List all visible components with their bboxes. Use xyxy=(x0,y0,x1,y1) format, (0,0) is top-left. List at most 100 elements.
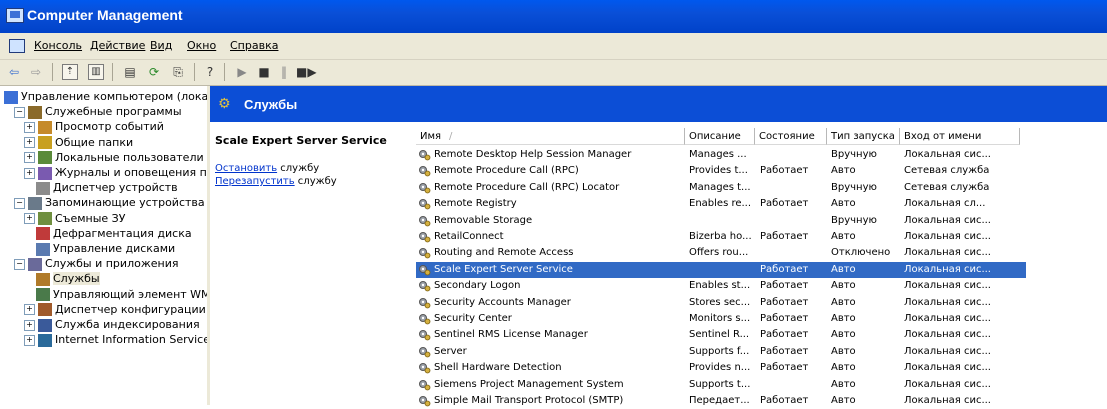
back-arrow-icon[interactable]: ⇦ xyxy=(6,64,22,80)
service-startup-type: Вручную xyxy=(831,149,877,160)
service-row[interactable]: Scale Expert Server Service Работает Авто Л… xyxy=(416,261,1026,278)
console-tree[interactable]: Управление компьютером (локаль − Служебные… xyxy=(0,86,210,405)
service-row[interactable]: Remote Procedure Call (RPC) Provides t...… xyxy=(416,163,1026,179)
show-hide-tree-icon[interactable]: ▥ xyxy=(88,64,104,80)
service-name: Server xyxy=(434,345,467,357)
restart-icon[interactable]: ■▶ xyxy=(296,64,317,80)
expand-toggle-icon[interactable]: + xyxy=(24,167,35,179)
expand-toggle-icon[interactable]: + xyxy=(24,152,35,164)
service-row[interactable]: Security Center Monitors s... Работает Авто… xyxy=(416,311,1026,327)
service-row[interactable]: Shell Hardware Detection Provides n... Раб… xyxy=(416,360,1026,376)
tree-node-icon xyxy=(38,151,52,165)
tree-item[interactable]: + Локальные пользователи и xyxy=(24,150,207,166)
service-gear-icon xyxy=(419,248,431,259)
description-pane: Scale Expert Server Service Остановить с… xyxy=(210,122,413,405)
service-gear-icon xyxy=(419,182,431,194)
computer-management-icon xyxy=(6,8,24,23)
service-logon-as: Локальная сис... xyxy=(904,231,991,242)
tree-node-icon xyxy=(38,212,52,226)
console-icon[interactable] xyxy=(9,39,25,53)
expand-toggle-icon[interactable]: + xyxy=(24,137,35,149)
tree-item[interactable]: + Служба индексирования xyxy=(24,317,200,333)
tree-item[interactable]: − Службы и приложения xyxy=(14,256,178,272)
refresh-icon[interactable]: ⟳ xyxy=(146,64,162,80)
expand-toggle-icon[interactable]: + xyxy=(24,304,35,316)
tree-node-icon xyxy=(38,120,52,134)
menu-console[interactable]: Консоль xyxy=(34,39,82,52)
menu-action[interactable]: Действие xyxy=(90,39,145,52)
window-title: Computer Management xyxy=(27,7,183,23)
tree-item[interactable]: − Служебные программы xyxy=(14,104,182,120)
export-list-icon[interactable]: ⎘ xyxy=(170,64,186,80)
tree-item[interactable]: + Просмотр событий xyxy=(24,119,164,135)
service-row[interactable]: Remote Desktop Help Session Manager Manag… xyxy=(416,147,1026,163)
expand-toggle-icon[interactable]: − xyxy=(14,197,25,209)
tree-item[interactable]: Управляющий элемент WM xyxy=(24,287,207,303)
service-description: Stores sec... xyxy=(689,296,751,308)
menu-window[interactable]: Окно xyxy=(187,39,216,52)
expand-toggle-icon[interactable]: − xyxy=(14,106,25,118)
tree-item[interactable]: + Журналы и оповещения пр xyxy=(24,165,210,181)
tree-item[interactable]: + Internet Information Service xyxy=(24,332,207,348)
tree-node-icon xyxy=(38,333,52,347)
service-description: Bizerba ho... xyxy=(689,231,752,242)
restart-service-link[interactable]: Перезапустить xyxy=(215,176,295,187)
service-row[interactable]: Removable Storage Вручную Локальная сис... xyxy=(416,213,1026,229)
expand-toggle-icon[interactable]: + xyxy=(24,319,35,331)
service-row[interactable]: Remote Procedure Call (RPC) Locator Manag… xyxy=(416,180,1026,196)
service-row[interactable]: Sentinel RMS License Manager Sentinel R..… xyxy=(416,327,1026,343)
service-row[interactable]: RetailConnect Bizerba ho... Работает Авто Ло… xyxy=(416,229,1026,245)
tree-item[interactable]: + Съемные ЗУ xyxy=(24,211,125,227)
service-row[interactable]: Security Accounts Manager Stores sec... Ра… xyxy=(416,295,1026,311)
service-row[interactable]: Server Supports f... Работает Авто Локальная… xyxy=(416,344,1026,360)
service-row[interactable]: Remote Registry Enables re... Работает Авто… xyxy=(416,196,1026,212)
tree-item-label: Дефрагментация диска xyxy=(53,226,192,240)
service-name: Remote Registry xyxy=(434,198,517,210)
service-row[interactable]: Routing and Remote Access Offers rou... От… xyxy=(416,245,1026,261)
service-row[interactable]: Siemens Project Management System Support… xyxy=(416,377,1026,393)
column-logon-as[interactable]: Вход от имени xyxy=(900,128,1020,145)
service-startup-type: Авто xyxy=(831,263,856,275)
stop-icon[interactable]: ■ xyxy=(256,64,272,80)
tree-item[interactable]: + Общие папки xyxy=(24,135,133,151)
menu-help[interactable]: Справка xyxy=(230,39,278,52)
service-description: Передает... xyxy=(689,395,750,406)
help-icon[interactable]: ? xyxy=(202,64,218,80)
properties-icon[interactable]: ▤ xyxy=(122,64,138,80)
menu-view[interactable]: Вид xyxy=(150,39,172,52)
tree-item[interactable]: + Диспетчер конфигурации S xyxy=(24,302,207,318)
service-gear-icon xyxy=(419,330,431,341)
tree-item[interactable]: Управление компьютером (локаль xyxy=(4,89,207,105)
column-description[interactable]: Описание xyxy=(685,128,755,145)
tree-item-label: Журналы и оповещения пр xyxy=(55,166,210,179)
tree-item-label: Службы и приложения xyxy=(45,257,179,271)
play-icon[interactable]: ▶ xyxy=(234,64,250,80)
service-state: Работает xyxy=(760,395,809,406)
tree-item-label: Служебные программы xyxy=(45,105,182,119)
service-row[interactable]: Secondary Logon Enables st... Работает Авто… xyxy=(416,278,1026,294)
service-state: Работает xyxy=(760,165,809,177)
pause-icon[interactable]: ‖ xyxy=(276,64,292,80)
column-name[interactable]: Имя / xyxy=(416,128,685,145)
service-logon-as: Локальная сис... xyxy=(904,247,991,259)
column-state[interactable]: Состояние xyxy=(755,128,827,145)
stop-service-link[interactable]: Остановить xyxy=(215,163,277,174)
expand-toggle-icon[interactable]: − xyxy=(14,258,25,270)
column-startup-type[interactable]: Тип запуска xyxy=(827,128,900,145)
service-row[interactable]: Simple Mail Transport Protocol (SMTP) Пер… xyxy=(416,393,1026,409)
service-gear-icon xyxy=(419,215,431,226)
up-folder-icon[interactable]: ⇡ xyxy=(62,64,78,80)
tree-item[interactable]: Дефрагментация диска xyxy=(24,226,192,242)
expand-toggle-icon[interactable]: + xyxy=(24,334,35,346)
service-name: Remote Procedure Call (RPC) Locator xyxy=(434,181,620,193)
tree-item[interactable]: Службы xyxy=(24,271,100,287)
tree-item[interactable]: Управление дисками xyxy=(24,241,175,257)
expand-toggle-icon[interactable]: + xyxy=(24,213,35,225)
service-description: Supports f... xyxy=(689,345,750,357)
services-gear-icon: ⚙ xyxy=(218,96,231,112)
expand-toggle-icon[interactable]: + xyxy=(24,121,35,133)
tree-item[interactable]: − Запоминающие устройства xyxy=(14,195,205,211)
tree-item[interactable]: Диспетчер устройств xyxy=(24,180,178,196)
forward-arrow-icon[interactable]: ⇨ xyxy=(28,64,44,80)
service-logon-as: Сетевая служба xyxy=(904,165,990,177)
